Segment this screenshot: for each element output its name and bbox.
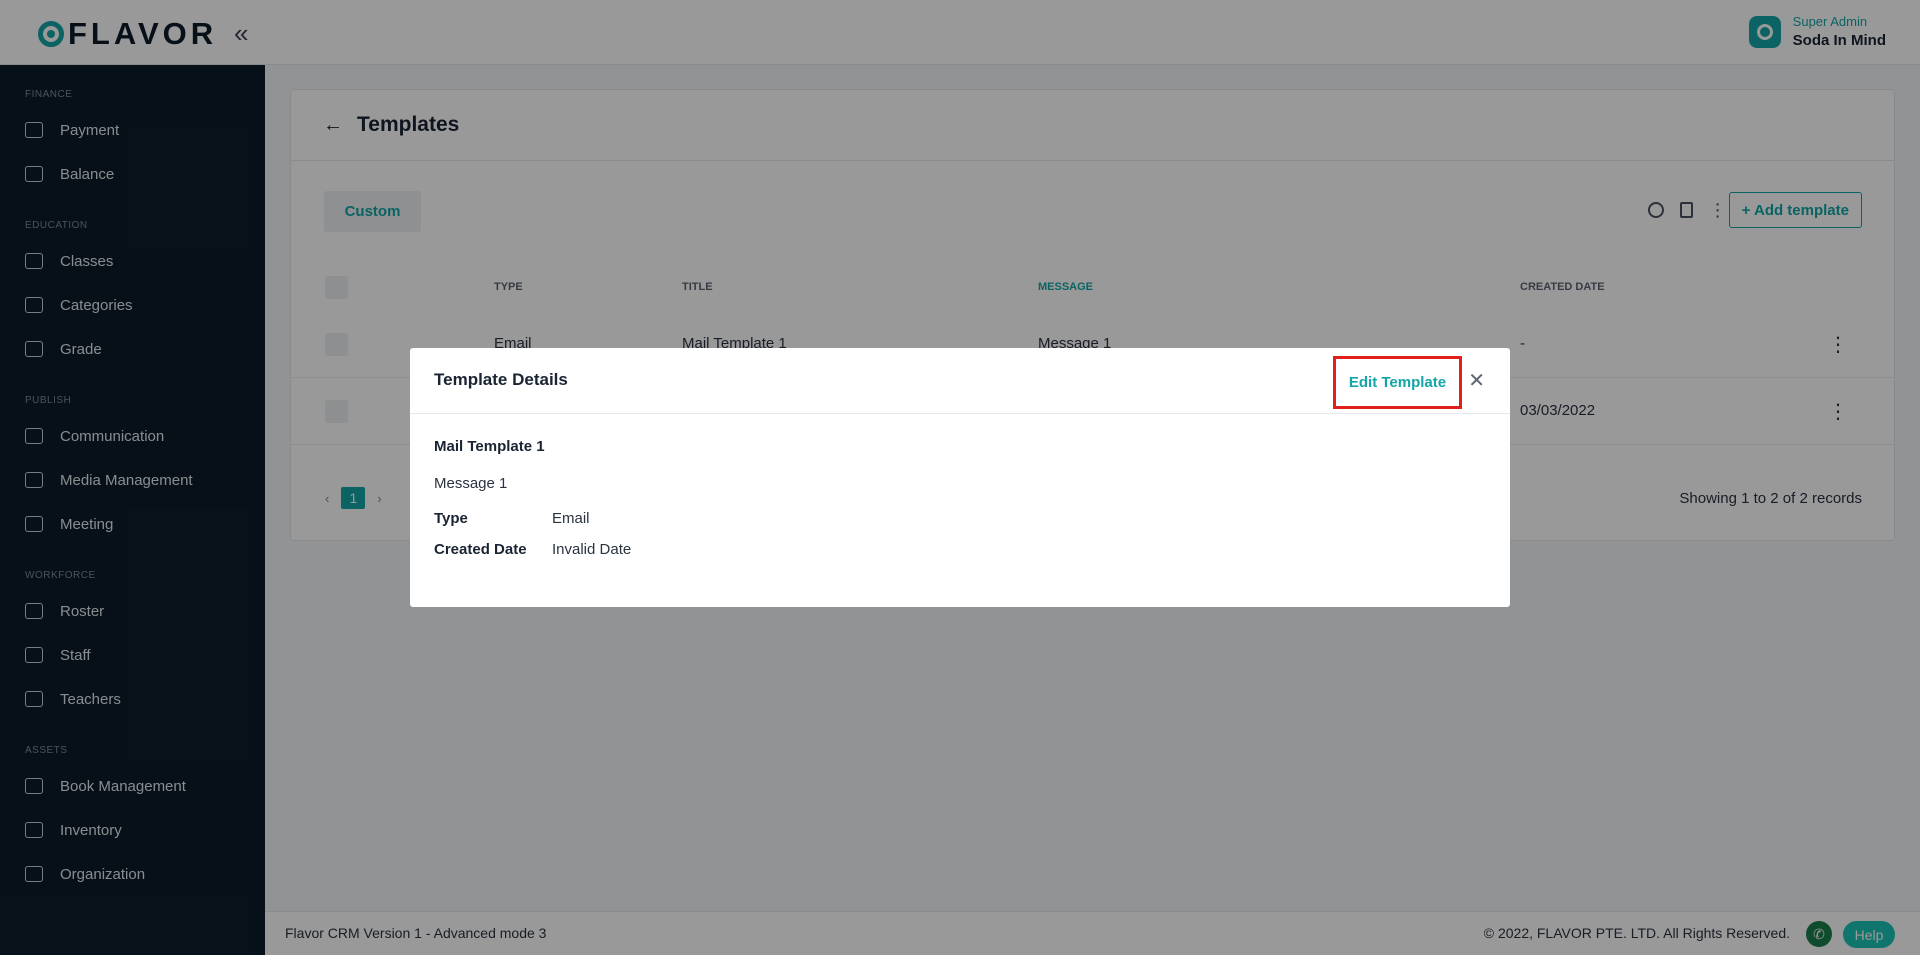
- type-value: Email: [552, 510, 590, 527]
- type-label: Type: [434, 510, 468, 527]
- detail-row-type: Type Email: [434, 510, 1486, 527]
- created-date-label: Created Date: [434, 541, 527, 558]
- edit-template-button[interactable]: Edit Template: [1333, 356, 1462, 409]
- detail-row-created-date: Created Date Invalid Date: [434, 541, 1486, 558]
- template-title: Mail Template 1: [434, 438, 545, 455]
- created-date-value: Invalid Date: [552, 541, 632, 558]
- template-message: Message 1: [434, 475, 508, 492]
- modal-title: Template Details: [434, 370, 568, 389]
- modal-body: Mail Template 1 Message 1 Type Email Cre…: [410, 414, 1510, 582]
- modal-header: Template Details Edit Template ✕: [410, 348, 1510, 414]
- template-details-modal: Template Details Edit Template ✕ Mail Te…: [410, 348, 1510, 607]
- close-icon[interactable]: ✕: [1468, 368, 1485, 393]
